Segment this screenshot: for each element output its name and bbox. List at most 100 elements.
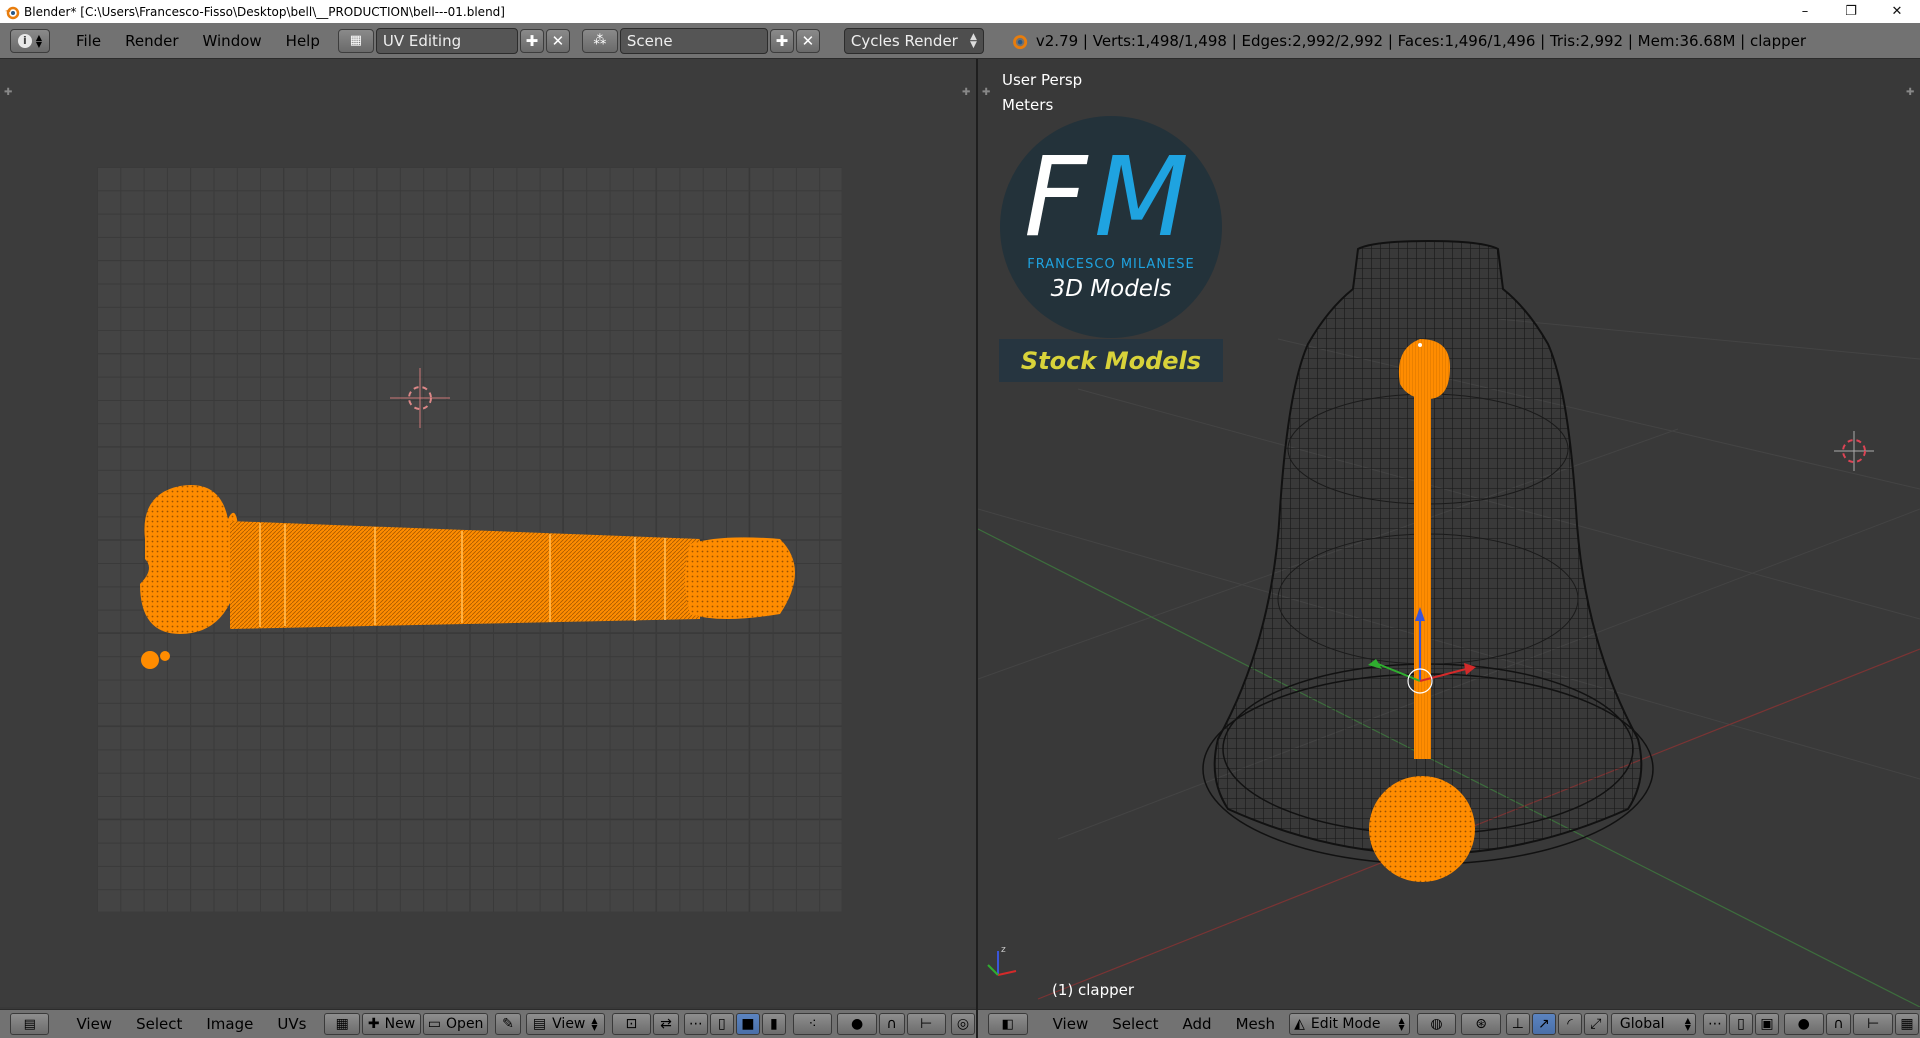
select-edge-button[interactable]: ▯ <box>709 1013 734 1035</box>
uv-island-ball[interactable] <box>140 484 240 634</box>
render-preview-button[interactable]: ▦ <box>1895 1013 1919 1035</box>
restore-button[interactable]: ❐ <box>1828 0 1874 23</box>
menu-render[interactable]: Render <box>113 32 190 50</box>
add-scene-button[interactable]: ✚ <box>769 28 794 53</box>
pin-icon: ✎ <box>502 1016 514 1032</box>
snap-button[interactable]: ∩ <box>1825 1013 1852 1035</box>
uv-island-ring[interactable] <box>685 537 795 619</box>
3d-viewport[interactable]: ✚ ✚ User Persp Meters F M FRANCESCO MILA… <box>978 59 1920 1007</box>
select-vertex-button[interactable]: ⋯ <box>683 1013 708 1035</box>
translate-manipulator[interactable]: ↗ <box>1531 1013 1556 1035</box>
window-title: Blender* [C:\Users\Francesco-Fisso\Deskt… <box>24 4 505 19</box>
face-select-button[interactable]: ▣ <box>1754 1013 1779 1035</box>
select-island-button[interactable]: ▮ <box>761 1013 786 1035</box>
proportional-icon: ● <box>850 1016 864 1032</box>
proportional-edit-dropdown[interactable]: ● <box>837 1013 877 1035</box>
edge-select-button[interactable]: ▯ <box>1728 1013 1753 1035</box>
image-browse-button[interactable]: ▦ <box>324 1013 360 1035</box>
updown-arrows-icon: ▲ ▼ <box>1684 1016 1691 1032</box>
vertex-select-button[interactable]: ⋯ <box>1702 1013 1727 1035</box>
updown-arrows-icon: ▲ ▼ <box>969 31 977 50</box>
rotate-icon: ◜ <box>1567 1016 1573 1032</box>
scene-stats: v2.79 | Verts:1,498/1,498 | Edges:2,992/… <box>1035 31 1807 50</box>
uv-island-shaft[interactable] <box>230 521 700 629</box>
proportional-edit-dropdown[interactable]: ● <box>1783 1013 1824 1035</box>
open-image-button[interactable]: ▭ Open <box>423 1013 489 1035</box>
watermark-logo: F M FRANCESCO MILANESE 3D Models <box>1000 116 1222 338</box>
menu-add[interactable]: Add <box>1171 1015 1224 1033</box>
face-icon: ■ <box>741 1016 755 1032</box>
3d-cursor-icon[interactable] <box>1834 431 1874 471</box>
uv-islands[interactable] <box>120 439 820 679</box>
pivot-button[interactable]: ⊡ <box>611 1013 652 1035</box>
scene-field[interactable]: Scene <box>619 27 768 54</box>
uv-island-small[interactable] <box>160 651 170 661</box>
sync-selection-button[interactable]: ⇄ <box>653 1013 679 1035</box>
scale-manipulator[interactable]: ⤢ <box>1583 1013 1608 1035</box>
uv-image-editor[interactable]: ✚ ✚ <box>0 59 976 1007</box>
menu-view[interactable]: View <box>1041 1015 1101 1033</box>
x-icon: ✕ <box>551 31 565 50</box>
menu-view[interactable]: View <box>64 1015 124 1033</box>
plus-icon: ✚ <box>367 1016 380 1032</box>
new-image-button[interactable]: ✚ New <box>361 1013 422 1035</box>
scene-browse-button[interactable]: ⁂ <box>581 28 618 53</box>
snap-button[interactable]: ∩ <box>878 1013 905 1035</box>
2d-cursor-icon[interactable] <box>390 368 450 428</box>
delete-layout-button[interactable]: ✕ <box>545 28 570 53</box>
orientation-dropdown[interactable]: Global ▲ ▼ <box>1610 1013 1696 1035</box>
editor-type-button[interactable]: i ▲ ▼ <box>10 28 50 53</box>
blender-logo-icon <box>1012 34 1028 49</box>
window-titlebar: Blender* [C:\Users\Francesco-Fisso\Deskt… <box>0 0 1920 23</box>
snap-element-dropdown[interactable]: ⊢ <box>1853 1013 1893 1035</box>
screen-layout-name: UV Editing <box>382 31 462 50</box>
manipulator-toggle[interactable]: ⊥ <box>1505 1013 1530 1035</box>
render-engine-dropdown[interactable]: Cycles Render ▲ ▼ <box>843 27 984 54</box>
render-engine-value: Cycles Render <box>850 31 958 50</box>
menu-select[interactable]: Select <box>1100 1015 1170 1033</box>
menu-mesh[interactable]: Mesh <box>1224 1015 1288 1033</box>
sticky-select-dropdown[interactable]: ⁖ <box>792 1013 833 1035</box>
mode-dropdown[interactable]: ◭ Edit Mode ▲ ▼ <box>1289 1013 1410 1035</box>
close-window-button[interactable]: ✕ <box>1874 0 1920 23</box>
minimize-button[interactable]: – <box>1782 0 1828 23</box>
view-label: View <box>552 1016 586 1032</box>
scale-icon: ⤢ <box>1590 1016 1602 1032</box>
menu-uvs[interactable]: UVs <box>265 1015 318 1033</box>
blender-logo-icon <box>5 6 20 19</box>
area-corner-icon[interactable]: ✚ <box>962 87 972 98</box>
add-layout-button[interactable]: ✚ <box>519 28 544 53</box>
snap-element-icon: ⊢ <box>1867 1016 1880 1032</box>
axis-orientation-icon: z <box>987 945 1017 976</box>
snap-element-dropdown[interactable]: ⊢ <box>906 1013 946 1035</box>
layout-icon: ▦ <box>349 33 363 48</box>
menu-image[interactable]: Image <box>194 1015 265 1033</box>
snap-element-icon: ⊢ <box>920 1016 933 1032</box>
face-icon: ▣ <box>1760 1016 1774 1032</box>
edit-mode-icon: ◭ <box>1294 1016 1305 1032</box>
shading-dropdown[interactable]: ◍ <box>1416 1013 1457 1035</box>
uv-island-small[interactable] <box>141 651 159 669</box>
menu-help[interactable]: Help <box>274 32 332 50</box>
scene-name: Scene <box>626 31 673 50</box>
menu-select[interactable]: Select <box>124 1015 194 1033</box>
watermark-tag: Stock Models <box>999 339 1223 382</box>
menu-window[interactable]: Window <box>191 32 274 50</box>
rotate-manipulator[interactable]: ◜ <box>1557 1013 1582 1035</box>
area-corner-icon[interactable]: ✚ <box>4 87 14 98</box>
screen-layout-field[interactable]: UV Editing <box>375 27 518 54</box>
view-mode-dropdown[interactable]: ▤ View ▲ ▼ <box>525 1013 605 1035</box>
editor-type-button[interactable]: ◧ <box>988 1013 1028 1035</box>
editor-type-button[interactable]: ▤ <box>10 1013 50 1035</box>
menu-file[interactable]: File <box>64 32 113 50</box>
pivot-dropdown[interactable]: ⊛ <box>1461 1013 1501 1035</box>
image-channel-button[interactable]: ◎ <box>951 1013 975 1035</box>
pin-button[interactable]: ✎ <box>495 1013 521 1035</box>
screen-layout-browse-button[interactable]: ▦ <box>337 28 374 53</box>
clapper-mesh[interactable] <box>1358 329 1488 909</box>
info-icon: i <box>17 33 32 48</box>
select-face-button[interactable]: ■ <box>735 1013 760 1035</box>
new-label: New <box>384 1016 416 1032</box>
delete-scene-button[interactable]: ✕ <box>795 28 820 53</box>
svg-text:z: z <box>1001 945 1006 955</box>
